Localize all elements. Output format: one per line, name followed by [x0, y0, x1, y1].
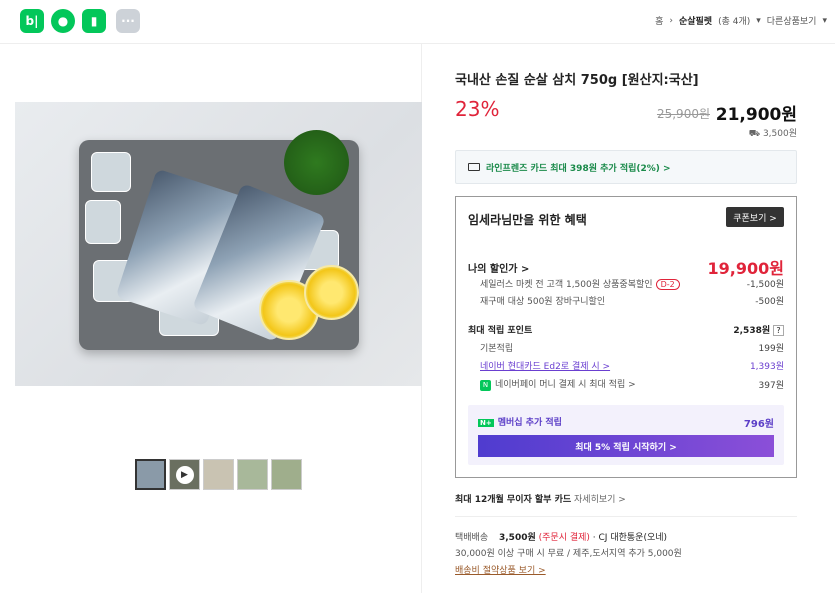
point-row[interactable]: 네이버 현대카드 Ed2로 결제 시 > 1,393원: [468, 359, 784, 372]
membership-label-wrap: N+ 멤버십 추가 적립: [478, 415, 562, 428]
benefit-box: 임세라님만을 위한 혜택 쿠폰보기 > 나의 할인가 > 19,900원 세일러…: [455, 196, 797, 478]
delivery-fee-note: (주문시 결제): [538, 533, 590, 543]
truck-icon: ⛟: [748, 129, 761, 139]
nplus-icon: N+: [478, 419, 494, 427]
point-row: 기본적립 199원: [468, 341, 784, 354]
points-value: 2,538원: [733, 326, 771, 336]
tray-image: [79, 130, 359, 350]
play-icon: ▶: [175, 465, 194, 484]
point-row[interactable]: N 네이버페이 머니 결제 시 최대 적립 > 397원: [468, 377, 784, 391]
top-bar: b| ● ▮ ··· 홈 › 순살필렛 (총 4개) ▾ 다른상품보기 ▾: [0, 0, 835, 44]
shipping-fee-text: 3,500원: [762, 129, 797, 139]
membership-panel: N+ 멤버십 추가 적립 796원 최대 5% 적립 시작하기 >: [468, 405, 784, 465]
product-gallery: ▶: [15, 44, 422, 593]
point-label[interactable]: 네이버페이 머니 결제 시 최대 적립 >: [495, 380, 636, 390]
delivery-fee: 3,500원: [499, 533, 536, 543]
my-price-value: 19,900원: [707, 259, 784, 278]
points-label: 최대 적립 포인트: [468, 326, 533, 336]
thumbnail-strip: ▶: [135, 459, 302, 490]
thumbnail-4[interactable]: [237, 459, 268, 490]
chevron-right-icon: ›: [669, 15, 673, 26]
installment-text: 최대 12개월 무이자 할부 카드: [455, 495, 572, 505]
points-row: 최대 적립 포인트 2,538원 ?: [468, 323, 784, 336]
discount-label-text: 세일러스 마켓 전 고객 1,500원 상품중복할인: [480, 280, 653, 290]
coupon-button[interactable]: 쿠폰보기 >: [726, 207, 784, 227]
membership-start-button[interactable]: 최대 5% 적립 시작하기 >: [478, 435, 774, 457]
my-price-row[interactable]: 나의 할인가 > 19,900원: [468, 255, 784, 279]
bookmark-icon[interactable]: ▮: [82, 9, 106, 33]
discount-label: 재구매 대상 500원 장바구니할인: [480, 297, 606, 307]
installment-row: 최대 12개월 무이자 할부 카드 자세히보기 >: [455, 492, 626, 505]
point-label[interactable]: 네이버 현대카드 Ed2로 결제 시 >: [468, 359, 610, 372]
card-icon: [468, 163, 480, 171]
divider: [455, 516, 797, 517]
chevron-down-icon: ▾: [822, 15, 827, 26]
discount-row: 세일러스 마켓 전 고객 1,500원 상품중복할인 D-2 -1,500원: [468, 277, 784, 290]
my-price-label: 나의 할인가 >: [468, 263, 530, 275]
chevron-down-icon: ▾: [756, 15, 761, 26]
delivery-carrier: · CJ 대한통운(오네): [592, 533, 668, 543]
membership-value: 796원: [743, 419, 774, 430]
d-day-badge: D-2: [655, 279, 680, 290]
breadcrumb: 홈 › 순살필렛 (총 4개) ▾ 다른상품보기 ▾: [655, 14, 827, 28]
npay-icon: N: [480, 380, 491, 391]
discount-value: -1,500원: [746, 280, 784, 290]
point-label: 기본적립: [480, 344, 514, 354]
installment-link[interactable]: 자세히보기 >: [574, 495, 626, 505]
delivery-row: 택배배송 3,500원 (주문시 결제) · CJ 대한통운(오네): [455, 530, 667, 543]
point-label-wrap: N 네이버페이 머니 결제 시 최대 적립 >: [468, 377, 636, 391]
discount-row: 재구매 대상 500원 장바구니할인 -500원: [468, 294, 784, 307]
breadcrumb-home[interactable]: 홈: [655, 14, 663, 27]
sale-price: 21,900원: [715, 105, 797, 125]
points-value-wrap: 2,538원 ?: [733, 323, 784, 336]
membership-label: 멤버십 추가 적립: [497, 418, 562, 428]
talk-icon[interactable]: ●: [51, 9, 75, 33]
discount-rate: 23%: [455, 97, 500, 121]
point-value: 199원: [758, 344, 784, 354]
card-benefit-banner[interactable]: 라인프렌즈 카드 최대 398원 추가 적립(2%) >: [455, 150, 797, 184]
shipping-fee-small: ⛟ 3,500원: [749, 126, 797, 140]
delivery-key: 택배배송: [455, 533, 489, 543]
shipping-saving-link[interactable]: 배송비 절약상품 보기 >: [455, 563, 546, 576]
thumbnail-video[interactable]: ▶: [169, 459, 200, 490]
help-icon[interactable]: ?: [773, 325, 784, 336]
original-price: 25,900원: [656, 107, 710, 121]
point-value: 397원: [758, 380, 784, 391]
free-shipping-note: 30,000원 이상 구매 시 무료 / 제주,도서지역 추가 5,000원: [455, 549, 682, 559]
product-title: 국내산 손질 순살 삼치 750g [원산지:국산]: [455, 73, 699, 88]
breadcrumb-category[interactable]: 순살필렛: [679, 14, 712, 27]
card-benefit-text: 라인프렌즈 카드 최대 398원 추가 적립(2%) >: [486, 163, 671, 174]
more-icon[interactable]: ···: [116, 9, 140, 33]
blog-icon[interactable]: b|: [20, 9, 44, 33]
other-products-link[interactable]: 다른상품보기: [767, 14, 817, 27]
product-main-image[interactable]: [15, 102, 422, 386]
point-value: 1,393원: [749, 362, 784, 372]
thumbnail-5[interactable]: [271, 459, 302, 490]
breadcrumb-count[interactable]: (총 4개): [718, 14, 750, 27]
discount-label: 세일러스 마켓 전 고객 1,500원 상품중복할인 D-2: [468, 277, 680, 290]
discount-value: -500원: [755, 297, 784, 307]
thumbnail-3[interactable]: [203, 459, 234, 490]
thumbnail-1[interactable]: [135, 459, 166, 490]
benefit-title: 임세라님만을 위한 혜택: [468, 213, 587, 227]
